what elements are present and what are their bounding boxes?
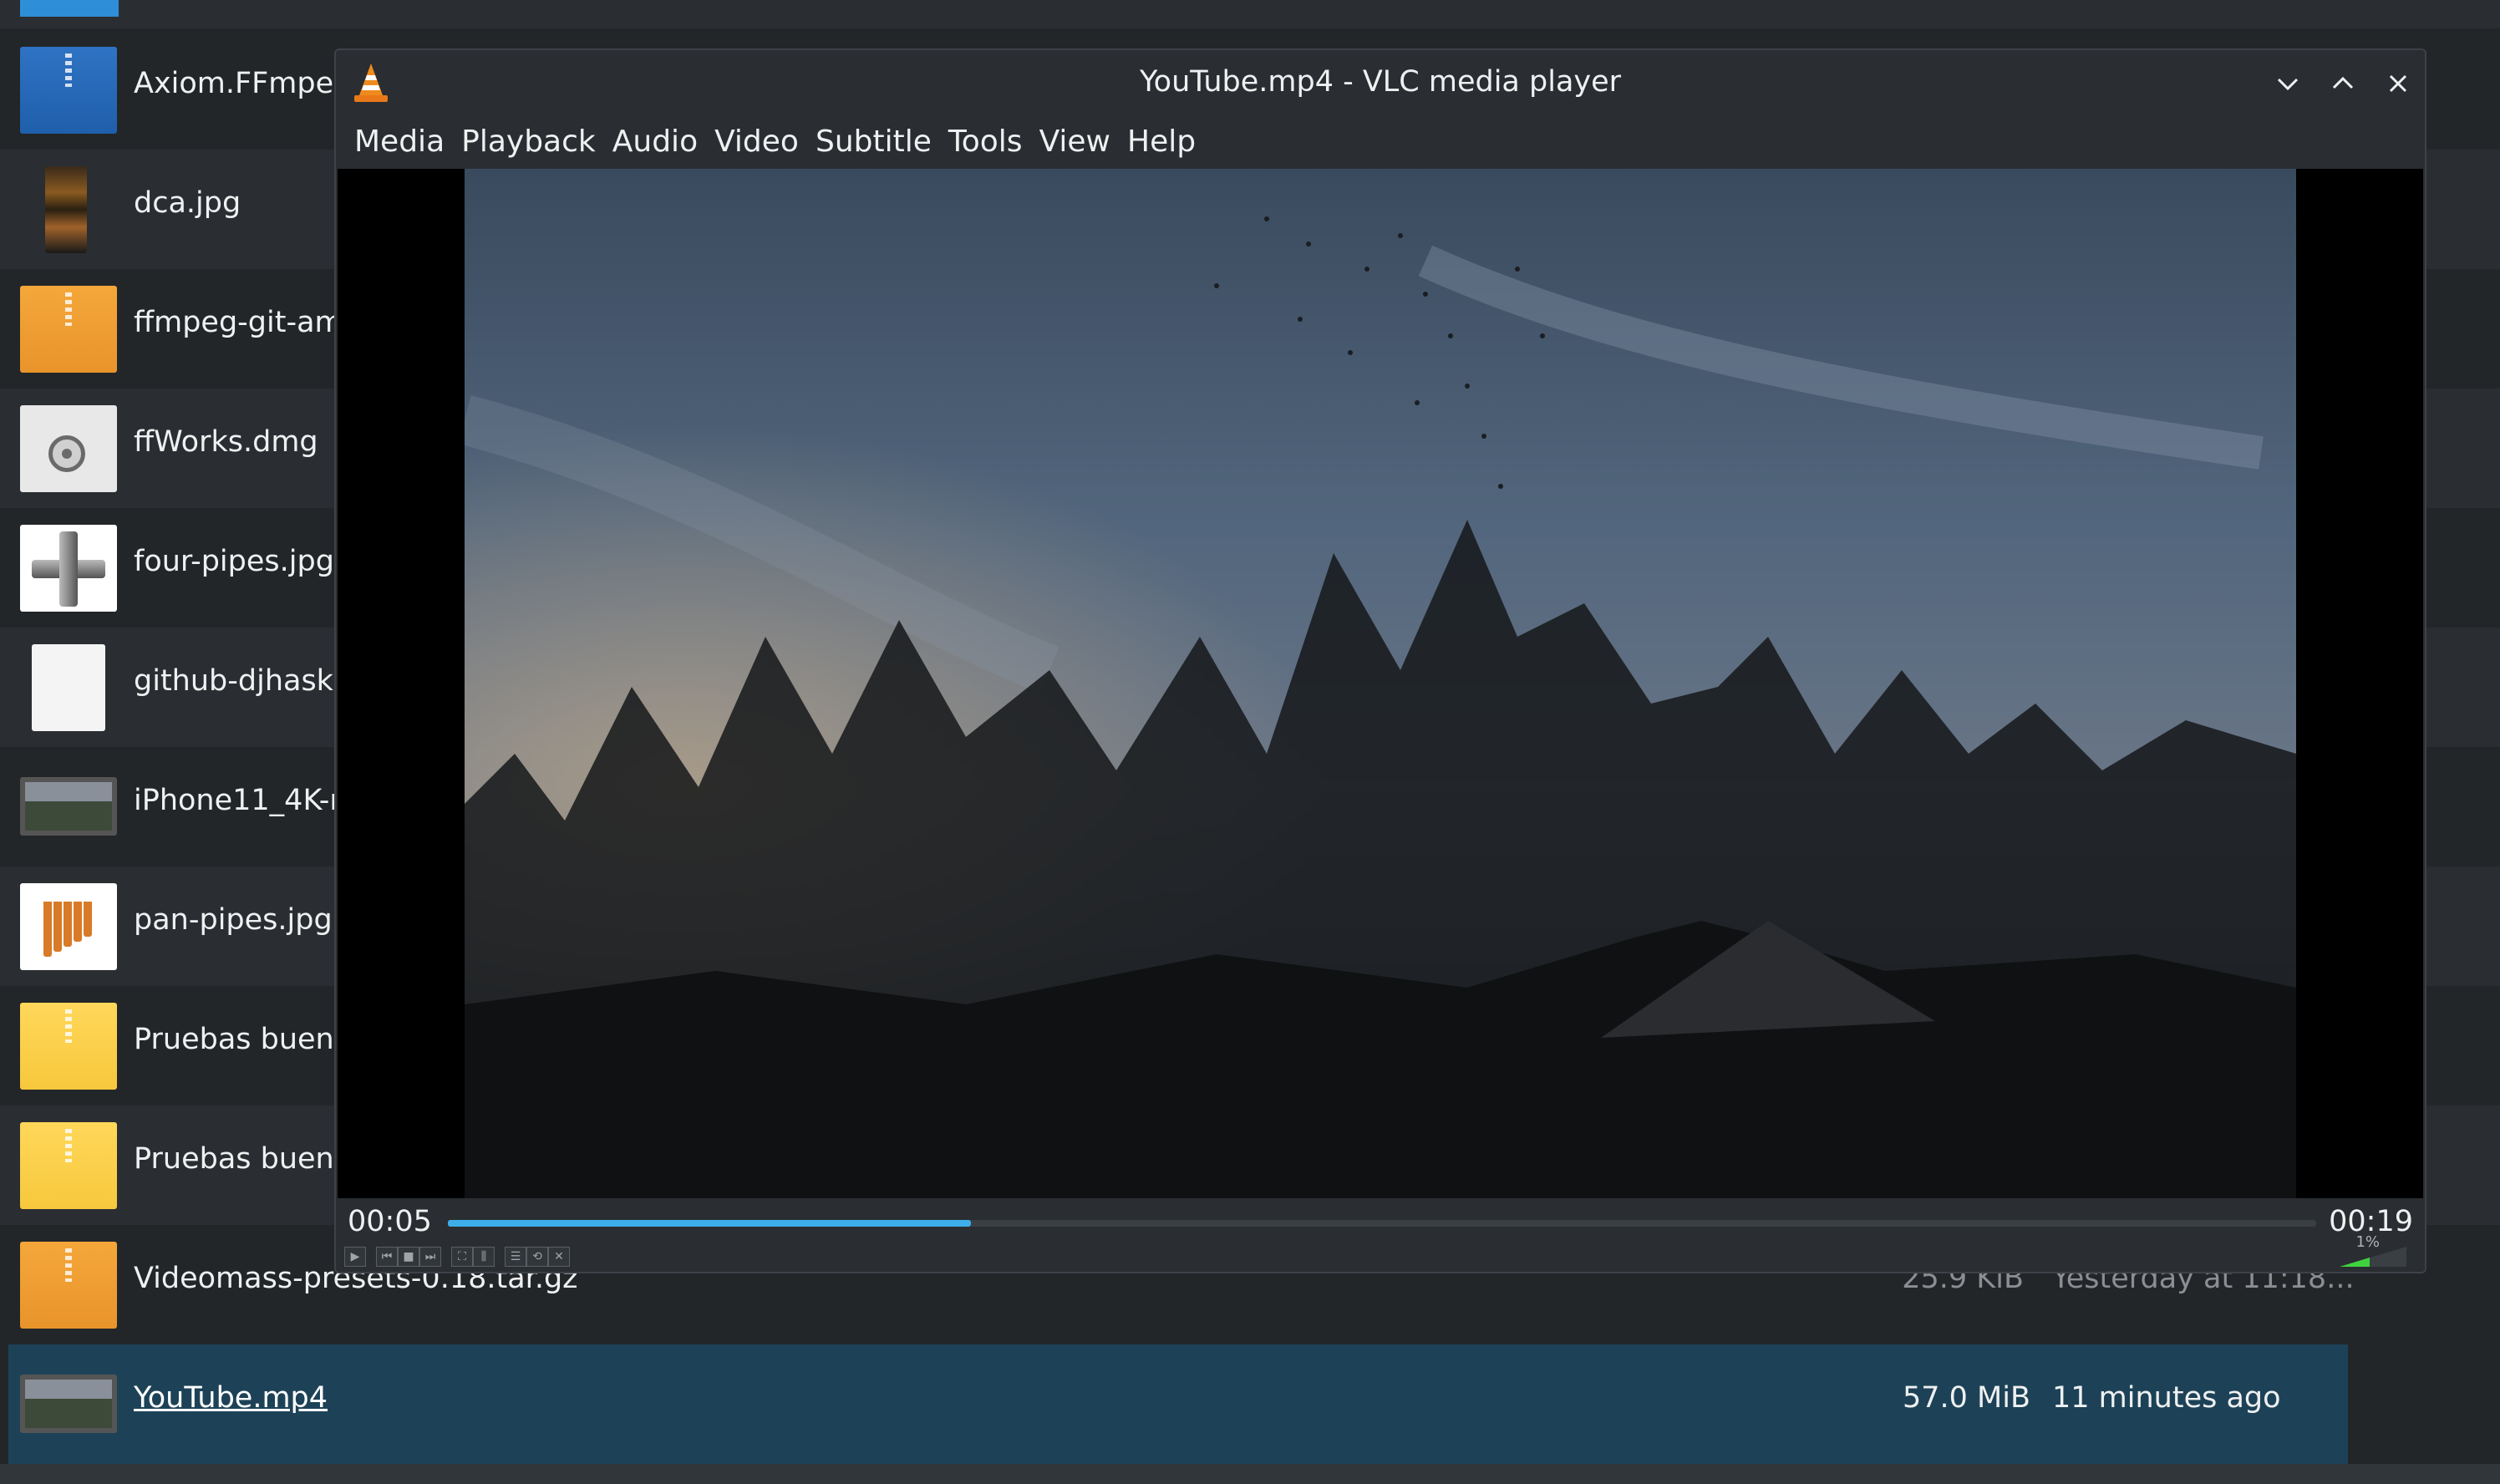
- volume-fill: [2340, 1258, 2370, 1267]
- file-name: dca.jpg: [134, 186, 241, 220]
- file-name: four-pipes.jpg: [134, 545, 334, 578]
- stop-button[interactable]: ■: [398, 1247, 419, 1267]
- play-button[interactable]: ▶: [344, 1247, 366, 1267]
- chevron-down-icon: [2277, 78, 2299, 91]
- menu-media[interactable]: Media: [346, 119, 453, 169]
- playback-controls: 00:05 00:19 ▶ ⏮ ■ ⏭ ⛶ ⫼ ☰ ⟲ ✕ 1%: [336, 1198, 2425, 1272]
- equalizer-icon: ⫼: [480, 1250, 487, 1263]
- archive-yellow-icon: [20, 1003, 117, 1090]
- file-date: 11 minutes ago: [2052, 1381, 2281, 1415]
- menu-video[interactable]: Video: [706, 119, 807, 169]
- file-name: Pruebas buenc: [134, 1023, 350, 1056]
- fullscreen-icon: ⛶: [458, 1250, 466, 1263]
- document-thumbnail-icon: [32, 644, 105, 731]
- file-name[interactable]: YouTube.mp4: [134, 1381, 328, 1415]
- next-button[interactable]: ⏭: [419, 1247, 441, 1267]
- shuffle-icon: ✕: [554, 1250, 564, 1263]
- status-strip: [0, 1464, 2500, 1484]
- previous-button[interactable]: ⏮: [376, 1247, 398, 1267]
- file-row-selected[interactable]: YouTube.mp4 57.0 MiB 11 minutes ago: [8, 1344, 2348, 1464]
- elapsed-time[interactable]: 00:05: [348, 1205, 432, 1238]
- archive-blue-icon: [20, 47, 117, 134]
- maximize-button[interactable]: [2323, 64, 2363, 104]
- menu-playback[interactable]: Playback: [453, 119, 604, 169]
- play-icon: ▶: [350, 1250, 360, 1263]
- title-bar[interactable]: YouTube.mp4 - VLC media player: [336, 50, 2425, 119]
- video-frame: [465, 169, 2296, 1198]
- partial-thumbnail: [20, 0, 119, 17]
- file-name: ffmpeg-git-am: [134, 306, 343, 339]
- file-name: pan-pipes.jpg: [134, 903, 333, 937]
- menu-audio[interactable]: Audio: [604, 119, 706, 169]
- window-title: YouTube.mp4 - VLC media player: [1139, 65, 1622, 99]
- image-thumbnail-icon: [20, 883, 117, 970]
- shuffle-button[interactable]: ✕: [548, 1247, 570, 1267]
- archive-yellow-icon: [20, 1122, 117, 1209]
- seek-progress: [448, 1220, 972, 1227]
- extended-settings-button[interactable]: ⫼: [473, 1247, 495, 1267]
- stop-icon: ■: [403, 1250, 414, 1263]
- menu-subtitle[interactable]: Subtitle: [807, 119, 940, 169]
- fullscreen-button[interactable]: ⛶: [451, 1247, 473, 1267]
- image-thumbnail-icon: [45, 166, 87, 253]
- menu-tools[interactable]: Tools: [940, 119, 1031, 169]
- menu-bar: Media Playback Audio Video Subtitle Tool…: [336, 119, 2425, 169]
- archive-orange-icon: [20, 1242, 117, 1329]
- partial-row-top: [0, 0, 2500, 28]
- vlc-window[interactable]: YouTube.mp4 - VLC media player Media Pla…: [334, 48, 2426, 1273]
- close-button[interactable]: [2378, 64, 2418, 104]
- image-thumbnail-icon: [20, 525, 117, 612]
- file-name: iPhone11_4K-r: [134, 784, 342, 817]
- close-icon: [2389, 74, 2407, 93]
- seek-slider[interactable]: [448, 1220, 2316, 1227]
- video-area[interactable]: [338, 169, 2423, 1198]
- minimize-button[interactable]: [2268, 64, 2308, 104]
- video-thumbnail-icon: [20, 777, 117, 836]
- menu-help[interactable]: Help: [1119, 119, 1204, 169]
- chevron-up-icon: [2332, 76, 2354, 89]
- video-thumbnail-icon: [20, 1375, 117, 1433]
- file-name: github-djhaski: [134, 664, 342, 698]
- archive-orange-icon: [20, 286, 117, 373]
- next-icon: ⏭: [424, 1250, 436, 1263]
- playlist-button[interactable]: ☰: [505, 1247, 526, 1267]
- volume-slider[interactable]: [2336, 1243, 2410, 1268]
- file-name: ffWorks.dmg: [134, 425, 318, 459]
- loop-button[interactable]: ⟲: [526, 1247, 548, 1267]
- file-name: Axiom.FFmpeg: [134, 67, 353, 100]
- loop-icon: ⟲: [532, 1250, 542, 1263]
- playlist-icon: ☰: [510, 1250, 521, 1263]
- previous-icon: ⏮: [381, 1250, 393, 1263]
- disk-image-icon: [20, 405, 117, 492]
- file-name: Pruebas buenc: [134, 1142, 350, 1176]
- file-size: 57.0 MiB: [1903, 1381, 2030, 1415]
- menu-view[interactable]: View: [1031, 119, 1119, 169]
